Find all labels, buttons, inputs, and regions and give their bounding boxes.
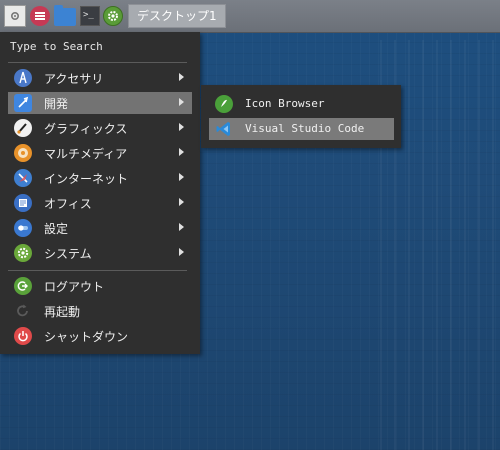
menu-item-label: マルチメディア — [44, 147, 128, 161]
chevron-right-icon — [179, 173, 184, 181]
accessories-icon — [14, 69, 32, 87]
menu-item-label: ログアウト — [44, 280, 105, 294]
shutdown-icon — [14, 327, 32, 345]
chevron-right-icon — [179, 198, 184, 206]
menu-separator — [8, 270, 187, 271]
development-icon — [14, 94, 32, 112]
preferences-icon — [14, 219, 32, 237]
menu-item-shutdown[interactable]: シャットダウン — [8, 325, 192, 347]
menu-item-office[interactable]: オフィス — [8, 192, 192, 214]
app-menu-icon[interactable] — [30, 6, 50, 26]
office-icon — [14, 194, 32, 212]
icon-browser-icon — [215, 95, 233, 113]
restart-icon — [14, 302, 32, 320]
menu-item-development[interactable]: 開発 — [8, 92, 192, 114]
show-desktop-icon[interactable] — [4, 5, 26, 27]
menu-item-label: Visual Studio Code — [245, 122, 365, 135]
menu-item-accessories[interactable]: アクセサリ — [8, 67, 192, 89]
menu-item-label: アクセサリ — [44, 72, 104, 86]
menu-item-visual-studio-code[interactable]: Visual Studio Code — [209, 118, 394, 140]
workspace-button[interactable]: デスクトップ1 — [128, 4, 226, 28]
chevron-right-icon — [179, 123, 184, 131]
chevron-right-icon — [179, 248, 184, 256]
vscode-icon — [215, 120, 233, 138]
chevron-right-icon — [179, 148, 184, 156]
chevron-right-icon — [179, 73, 184, 81]
internet-icon — [14, 169, 32, 187]
menu-item-label: インターネット — [44, 172, 129, 186]
terminal-icon[interactable]: >_ — [80, 6, 100, 26]
graphics-icon — [14, 119, 32, 137]
menu-item-label: 開発 — [44, 97, 69, 111]
menu-item-icon-browser[interactable]: Icon Browser — [209, 93, 394, 115]
menu-item-label: システム — [44, 247, 92, 261]
menu-item-preferences[interactable]: 設定 — [8, 217, 192, 239]
menu-item-label: グラフィックス — [44, 122, 128, 136]
system-icon — [14, 244, 32, 262]
menu-separator — [8, 62, 187, 63]
chevron-right-icon — [179, 98, 184, 106]
search-input[interactable]: Type to Search — [10, 40, 103, 53]
settings-icon[interactable] — [103, 6, 123, 26]
logout-icon — [14, 277, 32, 295]
menu-item-label: 再起動 — [44, 305, 81, 319]
menu-item-restart[interactable]: 再起動 — [8, 300, 192, 322]
menu-item-multimedia[interactable]: マルチメディア — [8, 142, 192, 164]
menu-item-label: シャットダウン — [44, 330, 129, 344]
menu-item-graphics[interactable]: グラフィックス — [8, 117, 192, 139]
menu-item-internet[interactable]: インターネット — [8, 167, 192, 189]
chevron-right-icon — [179, 223, 184, 231]
application-menu: Type to Search アクセサリ 開発 グラフィックス マルチメディア … — [0, 32, 200, 354]
menu-item-logout[interactable]: ログアウト — [8, 275, 192, 297]
menu-item-label: Icon Browser — [245, 97, 325, 110]
menu-item-label: オフィス — [44, 197, 92, 211]
multimedia-icon — [14, 144, 32, 162]
development-submenu: Icon Browser Visual Studio Code — [201, 85, 401, 148]
file-manager-icon[interactable] — [54, 5, 76, 26]
menu-item-system[interactable]: システム — [8, 242, 192, 264]
taskbar: >_ デスクトップ1 — [0, 0, 500, 33]
menu-item-label: 設定 — [44, 222, 69, 236]
